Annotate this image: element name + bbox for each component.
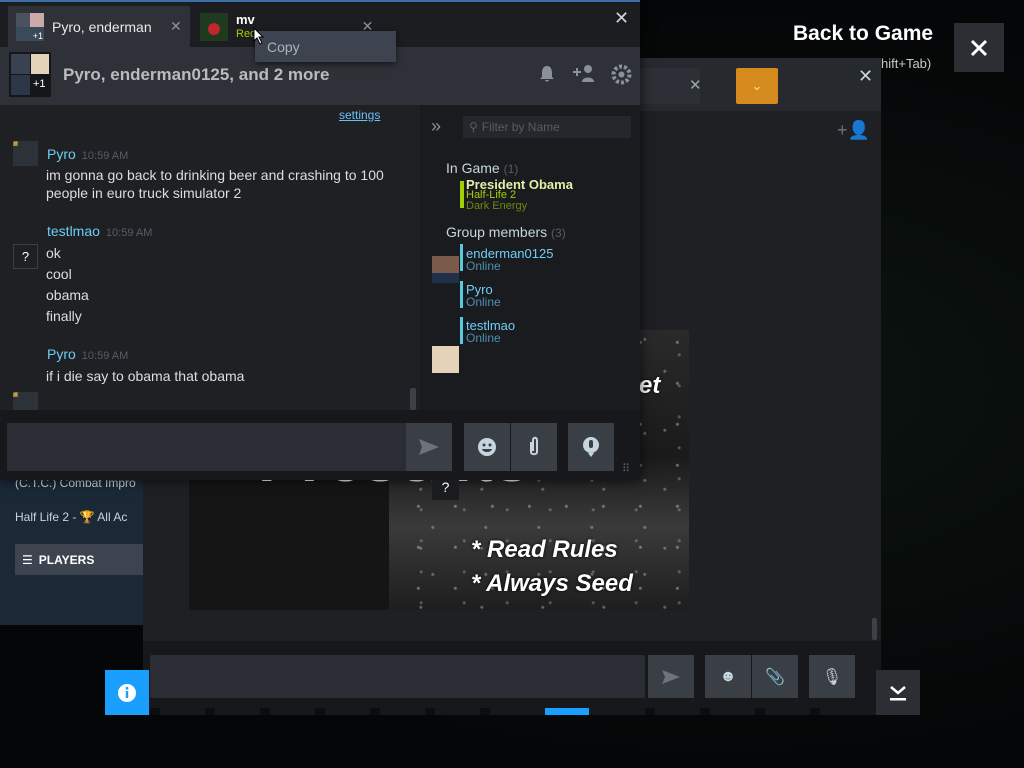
group-avatar: +1 [9, 52, 51, 97]
online-bar [460, 281, 463, 308]
online-bar [460, 244, 463, 271]
member-status: Online [466, 295, 501, 309]
message-text: cool [46, 266, 72, 282]
microphone-icon [583, 437, 599, 457]
emoji-icon [478, 438, 496, 456]
message-meta: Pyro 10:59 AM [47, 146, 128, 164]
bell-icon[interactable] [537, 64, 557, 90]
voice-button[interactable] [568, 423, 614, 471]
member-entry[interactable]: enderman0125 Online [466, 247, 553, 273]
add-friend-icon[interactable]: +👤 [837, 120, 870, 141]
avatar[interactable] [432, 256, 459, 283]
resize-grip-icon[interactable]: ⠿ [622, 462, 630, 475]
players-section[interactable]: ☰ PLAYERS [15, 544, 143, 575]
member-entry[interactable]: testlmao Online [466, 319, 515, 345]
group-members-header: Group members (3) [446, 224, 566, 240]
collapse-members-icon[interactable]: » [431, 116, 441, 137]
member-status: Online [466, 331, 501, 345]
back-window-close-icon[interactable]: ✕ [858, 66, 873, 87]
tab-mv-label: mv [236, 11, 255, 27]
add-friend-icon[interactable] [573, 64, 597, 90]
dock-active-indicator [545, 708, 589, 715]
info-button[interactable] [105, 670, 149, 715]
tab-group-avatar: +1 [16, 12, 44, 41]
message-author[interactable]: testlmao [47, 223, 100, 239]
message-text: im gonna go back to drinking beer and cr… [46, 167, 384, 201]
message-text: ok [46, 245, 61, 261]
message-text: finally [46, 308, 82, 324]
banner-rule: * Read Rules [471, 536, 618, 563]
emoji-button[interactable] [464, 423, 510, 471]
message-time: 10:59 AM [81, 350, 129, 362]
gear-icon[interactable] [611, 64, 632, 91]
send-button[interactable] [406, 423, 452, 471]
crown-icon: ♛ [13, 141, 20, 149]
close-overlay-button[interactable] [954, 23, 1004, 72]
mouse-cursor-icon [253, 27, 265, 45]
avatar[interactable]: ? [13, 244, 38, 269]
member-entry[interactable]: President Obama Half-Life 2 Dark Energy [466, 178, 573, 212]
member-filter-input[interactable]: ⚲ Filter by Name [463, 116, 631, 138]
settings-link[interactable]: settings [339, 108, 380, 122]
chat-title: Pyro, enderman0125, and 2 more [63, 65, 330, 84]
collapse-button[interactable] [876, 670, 920, 715]
window-close-icon[interactable]: ✕ [614, 8, 629, 29]
close-icon [970, 39, 988, 56]
back-send-button[interactable] [648, 655, 694, 698]
chevron-down-icon[interactable]: ⌄ [736, 68, 778, 104]
search-icon: ⚲ [469, 120, 478, 134]
menu-icon: ☰ [22, 552, 33, 567]
tab-close-icon[interactable]: ✕ [170, 18, 182, 35]
back-scrollbar[interactable] [872, 618, 877, 640]
online-bar [460, 317, 463, 344]
message-time: 10:59 AM [81, 150, 129, 162]
crown-icon: ♛ [13, 392, 20, 400]
avatar[interactable]: ♛ [13, 141, 38, 166]
front-chat-window: +1 Pyro, enderman ✕ mv Rec ✕ ✕ +1 Pyro, … [0, 0, 640, 500]
message-text: if i die say to obama that obama [46, 368, 245, 384]
context-menu: Copy [255, 31, 396, 62]
message-meta: testlmao 10:59 AM [47, 223, 152, 241]
paperclip-icon [530, 436, 538, 456]
back-to-game-label[interactable]: Back to Game [793, 22, 933, 46]
send-icon [419, 439, 439, 455]
message-author[interactable]: Pyro [47, 346, 76, 362]
message-input[interactable] [7, 423, 452, 471]
banner-rule: * Always Seed [471, 570, 633, 597]
banner-line: et [639, 372, 661, 399]
overlay-dock [150, 708, 876, 715]
avatar[interactable] [432, 346, 459, 373]
in-game-bar [460, 181, 464, 208]
players-label: PLAYERS [38, 552, 95, 567]
back-message-input[interactable] [150, 655, 645, 698]
banner-house [189, 480, 389, 610]
game-row[interactable]: Half Life 2 - 🏆 All Ac [15, 510, 143, 524]
attach-button[interactable] [511, 423, 557, 471]
tab-label: Pyro, enderman [52, 18, 152, 35]
message-time: 10:59 AM [105, 227, 153, 239]
chat-scrollbar[interactable] [410, 388, 416, 410]
tab-mv-avatar [200, 12, 228, 41]
copy-menu-item[interactable]: Copy [267, 39, 300, 55]
in-game-header: In Game (1) [446, 160, 519, 176]
collapse-icon [890, 685, 906, 700]
chat-tab-group[interactable]: +1 Pyro, enderman ✕ [8, 6, 190, 47]
info-icon [118, 683, 136, 702]
back-tab-close-icon[interactable]: ✕ [689, 76, 702, 94]
message-text: obama [46, 287, 89, 303]
member-status: Online [466, 259, 501, 273]
message-meta: Pyro 10:59 AM [47, 346, 128, 364]
voice-icon[interactable]: 🎙 [809, 655, 855, 698]
message-author[interactable]: Pyro [47, 146, 76, 162]
attach-icon[interactable]: 📎 [752, 655, 798, 698]
member-entry[interactable]: Pyro Online [466, 283, 501, 309]
member-detail: Dark Energy [466, 200, 528, 212]
emoji-icon[interactable]: ☻ [705, 655, 751, 698]
